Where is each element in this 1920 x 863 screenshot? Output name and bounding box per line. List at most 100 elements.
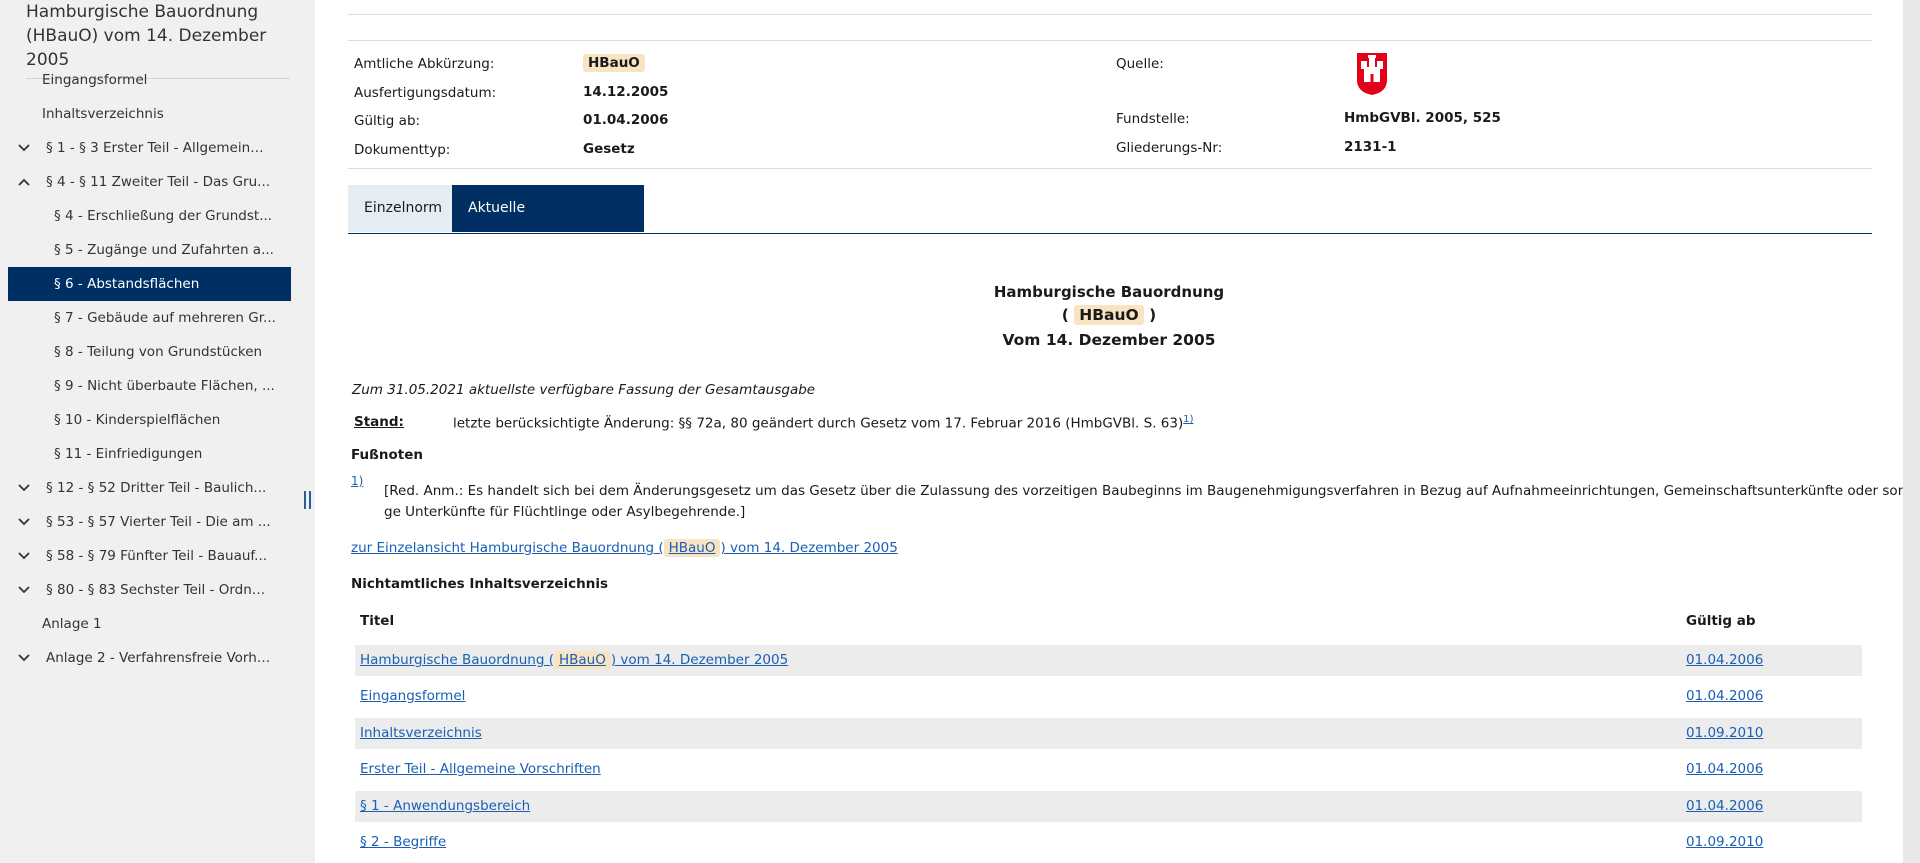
hamburg-crest-icon	[1357, 53, 1387, 95]
nav-item-sechster-teil[interactable]: § 80 - § 83 Sechster Teil - Ordnu...	[8, 573, 291, 607]
nav-item-dritter-teil[interactable]: § 12 - § 52 Dritter Teil - Baulich...	[8, 471, 291, 505]
link-text[interactable]: zur Einzelansicht Hamburgische Bauordnun…	[351, 540, 664, 556]
nav-item-label: § 8 - Teilung von Grundstücken	[54, 344, 263, 360]
table-row: Erster Teil - Allgemeine Vorschriften 01…	[355, 754, 1863, 785]
toc-link-highlight[interactable]: HBauO	[553, 651, 611, 669]
toc-link[interactable]: § 1 - Anwendungsbereich	[360, 798, 530, 814]
nav-item-label: § 7 - Gebäude auf mehreren Gr...	[54, 310, 276, 326]
nav-item-erster-teil[interactable]: § 1 - § 3 Erster Teil - Allgemeine ...	[8, 131, 291, 165]
toc-date-cell: 01.04.2006	[1677, 645, 1862, 676]
nav-item-anlage-1[interactable]: Anlage 1	[8, 607, 291, 641]
nav-item-label: § 10 - Kinderspielflächen	[54, 412, 221, 428]
chevron-down-icon[interactable]	[17, 505, 31, 539]
nav-item-eingangsformel[interactable]: Eingangsformel	[8, 63, 291, 97]
nav-item-fuenfter-teil[interactable]: § 58 - § 79 Fünfter Teil - Bauauf...	[8, 539, 291, 573]
divider	[348, 168, 1872, 169]
fundstelle-label: Fundstelle:	[1116, 111, 1190, 127]
nav-item-vierter-teil[interactable]: § 53 - § 57 Vierter Teil - Die am ...	[8, 505, 291, 539]
toc-link[interactable]: ) vom 14. Dezember 2005	[611, 652, 788, 668]
law-abbreviation-line: ( HBauO )	[315, 305, 1903, 325]
toc-date-link[interactable]: 01.09.2010	[1686, 834, 1763, 850]
stand-label: Stand:	[354, 414, 404, 430]
law-title: Hamburgische Bauordnung	[993, 283, 1225, 301]
nav-item-para-4[interactable]: § 4 - Erschließung der Grundst...	[8, 199, 291, 233]
nav-item-label: § 6 - Abstandsflächen	[54, 276, 200, 292]
nav-item-anlage-2[interactable]: Anlage 2 - Verfahrensfreie Vorha...	[8, 641, 291, 675]
abbreviation-label: Amtliche Abkürzung:	[354, 56, 495, 72]
quelle-label: Quelle:	[1116, 56, 1164, 72]
toc-title-cell: Eingangsformel	[355, 681, 1680, 712]
nav-item-label: Anlage 2 - Verfahrensfreie Vorha...	[46, 650, 271, 666]
chevron-down-icon[interactable]	[17, 131, 31, 165]
nav-item-label: § 12 - § 52 Dritter Teil - Baulich...	[46, 480, 267, 496]
nav-item-label: § 80 - § 83 Sechster Teil - Ordnu...	[46, 582, 271, 598]
nav-item-inhaltsverzeichnis[interactable]: Inhaltsverzeichnis	[8, 97, 291, 131]
fundstelle-value: HmbGVBl. 2005, 525	[1344, 110, 1501, 126]
table-row: Hamburgische Bauordnung (HBauO) vom 14. …	[355, 645, 1863, 676]
table-header: Titel Gültig ab	[355, 606, 1863, 637]
gueltig-ab-value: 01.04.2006	[583, 112, 669, 128]
toc-link[interactable]: § 2 - Begriffe	[360, 834, 446, 850]
nav-item-label: § 53 - § 57 Vierter Teil - Die am ...	[46, 514, 271, 530]
link-highlight[interactable]: HBauO	[663, 539, 721, 557]
toc-date-cell: 01.04.2006	[1677, 754, 1862, 785]
chevron-down-icon[interactable]	[17, 641, 31, 675]
ausfertigungsdatum-label: Ausfertigungsdatum:	[354, 85, 497, 101]
ausfertigungsdatum-value: 14.12.2005	[583, 84, 669, 100]
footnote-marker-link[interactable]: 1)	[351, 474, 363, 488]
column-header-gueltig-ab: Gültig ab	[1686, 613, 1756, 629]
toc-date-link[interactable]: 01.04.2006	[1686, 798, 1763, 814]
toc-link[interactable]: Inhaltsverzeichnis	[360, 725, 482, 741]
toc-title: Nichtamtliches Inhaltsverzeichnis	[351, 576, 608, 592]
chevron-down-icon[interactable]	[17, 471, 31, 505]
sidebar-resize-handle[interactable]	[304, 491, 312, 509]
toc-link[interactable]: Erster Teil - Allgemeine Vorschriften	[360, 761, 601, 777]
toc-title-cell: § 2 - Begriffe	[355, 827, 1680, 858]
toc-link[interactable]: Eingangsformel	[360, 688, 465, 704]
view-tabs: Einzelnorm Aktuelle Gesamtausgabe	[348, 185, 1872, 263]
toc-date-cell: 01.09.2010	[1677, 827, 1862, 858]
nav-item-para-10[interactable]: § 10 - Kinderspielflächen	[8, 403, 291, 437]
toc-date-link[interactable]: 01.04.2006	[1686, 688, 1763, 704]
footnote-text-line-1: [Red. Anm.: Es handelt sich bei dem Ände…	[384, 483, 1903, 499]
chevron-down-icon[interactable]	[17, 573, 31, 607]
chevron-down-icon[interactable]	[17, 539, 31, 573]
nav-item-para-5[interactable]: § 5 - Zugänge und Zufahrten a...	[8, 233, 291, 267]
table-row: Eingangsformel 01.04.2006	[355, 681, 1863, 712]
toc-date-cell: 01.09.2010	[1677, 718, 1862, 749]
toc-title-cell: Inhaltsverzeichnis	[355, 718, 1680, 749]
tab-aktuelle-gesamtausgabe[interactable]: Aktuelle Gesamtausgabe	[452, 185, 644, 263]
toc-link[interactable]: Hamburgische Bauordnung (	[360, 652, 554, 668]
sidebar: Hamburgische Bauordnung (HBauO) vom 14. …	[0, 0, 315, 863]
nav-item-para-9[interactable]: § 9 - Nicht überbaute Flächen, ...	[8, 369, 291, 403]
nav-item-para-7[interactable]: § 7 - Gebäude auf mehreren Gr...	[8, 301, 291, 335]
tab-einzelnorm[interactable]: Einzelnorm	[348, 185, 452, 232]
dokumenttyp-value: Gesetz	[583, 141, 635, 157]
nav-item-label: Inhaltsverzeichnis	[42, 106, 164, 122]
toc-date-link[interactable]: 01.04.2006	[1686, 761, 1763, 777]
footnote-reference-link[interactable]: 1)	[1183, 414, 1193, 425]
toc-title-cell: Hamburgische Bauordnung (HBauO) vom 14. …	[355, 645, 1680, 676]
table-row: § 1 - Anwendungsbereich 01.04.2006	[355, 791, 1863, 822]
highlighted-abbreviation: HBauO	[1074, 305, 1144, 325]
nav-item-para-8[interactable]: § 8 - Teilung von Grundstücken	[8, 335, 291, 369]
abbreviation-value: HBauO	[583, 54, 645, 72]
dokumenttyp-label: Dokumenttyp:	[354, 142, 451, 158]
nav-item-para-11[interactable]: § 11 - Einfriedigungen	[8, 437, 291, 471]
link-text[interactable]: ) vom 14. Dezember 2005	[720, 540, 897, 556]
nav-item-label: Anlage 1	[42, 616, 102, 632]
gueltig-ab-label: Gültig ab:	[354, 113, 421, 129]
nav-item-label: § 58 - § 79 Fünfter Teil - Bauauf...	[46, 548, 268, 564]
divider	[348, 14, 1872, 15]
nav-item-label: § 11 - Einfriedigungen	[54, 446, 203, 462]
divider	[348, 40, 1872, 41]
nav-item-para-6-active[interactable]: § 6 - Abstandsflächen	[8, 267, 291, 301]
chevron-up-icon[interactable]	[17, 165, 31, 199]
toc-date-link[interactable]: 01.04.2006	[1686, 652, 1763, 668]
einzelansicht-link[interactable]: zur Einzelansicht Hamburgische Bauordnun…	[351, 539, 898, 557]
toc-date-link[interactable]: 01.09.2010	[1686, 725, 1763, 741]
main-content: Amtliche Abkürzung: HBauO Ausfertigungsd…	[315, 0, 1903, 863]
nav-item-zweiter-teil[interactable]: § 4 - § 11 Zweiter Teil - Das Gru...	[8, 165, 291, 199]
footnotes-title: Fußnoten	[351, 447, 423, 463]
nav-item-label: § 1 - § 3 Erster Teil - Allgemeine ...	[46, 140, 271, 156]
